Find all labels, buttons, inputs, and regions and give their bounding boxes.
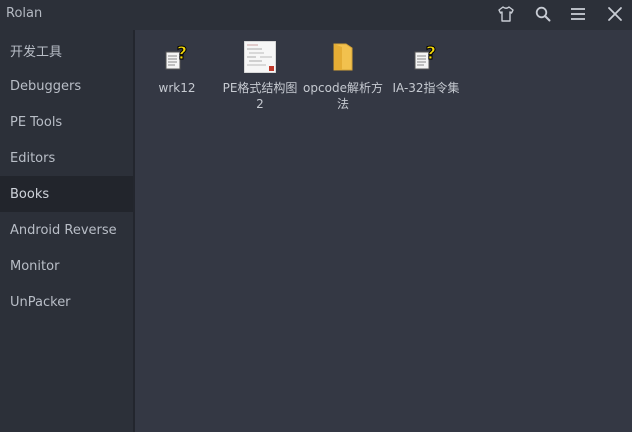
sidebar-item-label: UnPacker: [10, 294, 71, 310]
file-label: wrk12: [158, 81, 196, 95]
sidebar-item-monitor[interactable]: Monitor: [0, 248, 133, 284]
file-label: opcode解析方法: [303, 81, 383, 111]
sidebar-item-unpacker[interactable]: UnPacker: [0, 284, 133, 320]
menu-icon: [571, 8, 585, 20]
close-icon: [608, 7, 622, 21]
sidebar-item-label: Monitor: [10, 258, 60, 274]
sidebar: 开发工具 Debuggers PE Tools Editors Books An…: [0, 30, 133, 432]
folder-icon: [326, 40, 360, 74]
menu-button[interactable]: [566, 3, 590, 25]
sidebar-item-label: Android Reverse: [10, 222, 117, 238]
image-thumbnail-icon: [243, 40, 277, 74]
sidebar-item-android-reverse[interactable]: Android Reverse: [0, 212, 133, 248]
sidebar-item-books[interactable]: Books: [0, 176, 133, 212]
app-title: Rolan: [6, 6, 43, 21]
sidebar-item-pe-tools[interactable]: PE Tools: [0, 104, 133, 140]
file-label: IA-32指令集: [392, 81, 460, 95]
sidebar-item-label: PE Tools: [10, 114, 63, 130]
file-item-ia32[interactable]: ? IA-32指令集: [384, 40, 468, 96]
shirt-icon: [498, 6, 514, 22]
file-item-opcode[interactable]: opcode解析方法: [301, 40, 385, 112]
svg-text:?: ?: [177, 43, 187, 64]
title-bar: Rolan: [0, 0, 632, 30]
sidebar-item-label: Debuggers: [10, 78, 82, 94]
file-area: ? wrk12 PE格式结构图2 opcode解析方法 ? IA-32指令集: [135, 30, 632, 432]
svg-text:?: ?: [426, 43, 436, 64]
sidebar-item-dev-tools[interactable]: 开发工具: [0, 32, 133, 68]
close-button[interactable]: [603, 3, 627, 25]
help-file-icon: ?: [160, 40, 194, 74]
search-button[interactable]: [531, 3, 555, 25]
file-label: PE格式结构图2: [222, 81, 298, 111]
help-file-icon: ?: [409, 40, 443, 74]
sidebar-item-label: Editors: [10, 150, 56, 166]
sidebar-item-debuggers[interactable]: Debuggers: [0, 68, 133, 104]
file-item-pe-format[interactable]: PE格式结构图2: [218, 40, 302, 112]
sidebar-item-label: 开发工具: [10, 44, 63, 60]
sidebar-item-editors[interactable]: Editors: [0, 140, 133, 176]
sidebar-item-label: Books: [10, 186, 50, 202]
search-icon: [535, 6, 551, 22]
file-item-wrk12[interactable]: ? wrk12: [135, 40, 219, 96]
skin-button[interactable]: [494, 3, 518, 25]
